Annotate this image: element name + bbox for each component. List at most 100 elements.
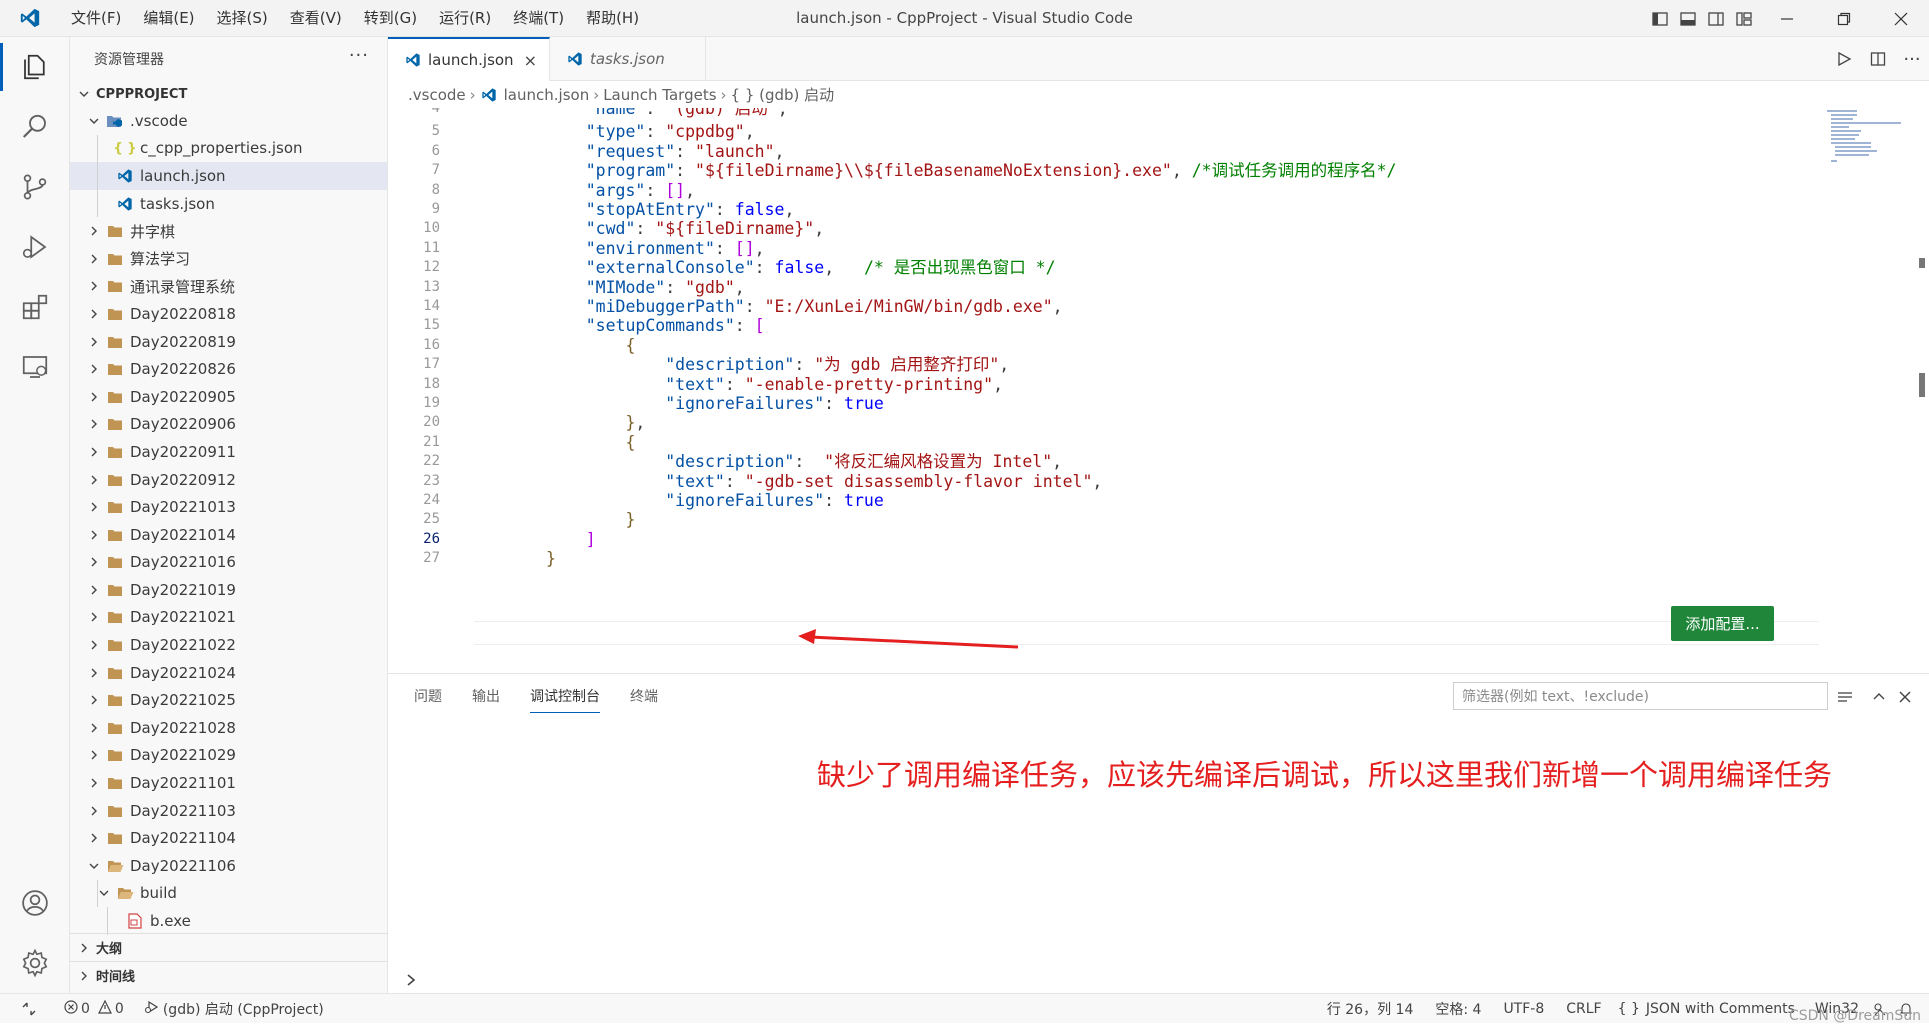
source-control-icon[interactable]	[0, 157, 69, 217]
tree-item[interactable]: 算法学习	[70, 245, 387, 273]
close-panel-icon[interactable]	[1894, 686, 1916, 708]
debug-status[interactable]: (gdb) 启动 (CppProject)	[144, 999, 324, 1019]
console-prompt-icon[interactable]	[404, 972, 418, 991]
code-line[interactable]: }	[546, 547, 556, 571]
tree-item[interactable]: Day20221029	[70, 742, 387, 770]
language-mode[interactable]: { } JSON with Comments	[1618, 1001, 1795, 1017]
tree-item[interactable]: build	[70, 879, 387, 908]
run-debug-icon[interactable]	[0, 217, 69, 277]
remote-explorer-icon[interactable]	[0, 337, 69, 397]
more-actions-icon[interactable]: ···	[349, 45, 369, 66]
annotation-text: 缺少了调用编译任务，应该先编译后调试，所以这里我们新增一个调用编译任务	[817, 758, 1833, 792]
toggle-panel-icon[interactable]	[1675, 0, 1701, 37]
tree-item[interactable]: Day20221106	[70, 852, 387, 880]
split-editor-icon[interactable]	[1861, 51, 1895, 67]
breadcrumb-file[interactable]: launch.json	[504, 86, 590, 104]
tree-item[interactable]: Day20220819	[70, 328, 387, 356]
tree-item[interactable]: 通讯录管理系统	[70, 273, 387, 301]
tree-item[interactable]: Day20221013	[70, 493, 387, 521]
tree-item[interactable]: b.exe	[70, 907, 387, 935]
toggle-sidebar-icon[interactable]	[1647, 0, 1673, 37]
tree-item[interactable]: Day20220906	[70, 411, 387, 439]
menu-view[interactable]: 查看(V)	[279, 0, 353, 37]
tree-item[interactable]: Day20220911	[70, 438, 387, 466]
tree-item[interactable]: tasks.json	[70, 189, 387, 218]
tree-item[interactable]: 井字棋	[70, 217, 387, 245]
timeline-section[interactable]: 时间线	[70, 961, 388, 989]
line-ending[interactable]: CRLF	[1566, 1001, 1601, 1017]
tree-item[interactable]: launch.json	[70, 162, 387, 190]
cursor-position[interactable]: 行 26，列 14	[1327, 999, 1414, 1019]
tree-item[interactable]: Day20221101	[70, 769, 387, 797]
code-editor[interactable]: 4 5 6 7 8 9 10 11 12 13 14 15 16 17 18 19 20 21 22 23 24 25 26…	[388, 108, 1929, 668]
breadcrumb-vscode[interactable]: .vscode	[408, 86, 466, 104]
tree-item[interactable]: Day20221025	[70, 686, 387, 714]
tree-item[interactable]: Day20220912	[70, 466, 387, 494]
tree-item[interactable]: Day20220905	[70, 383, 387, 411]
minimize-icon[interactable]	[1758, 0, 1815, 37]
explorer-icon[interactable]	[0, 37, 69, 97]
close-tab-icon[interactable]: ×	[524, 51, 537, 70]
chevron-right-icon	[86, 334, 102, 350]
menu-edit[interactable]: 编辑(E)	[132, 0, 205, 37]
tab-tasks-json[interactable]: tasks.json	[550, 37, 706, 81]
problems-status[interactable]: 0 0	[64, 999, 124, 1018]
more-actions-icon[interactable]: ···	[1895, 49, 1929, 70]
settings-gear-icon[interactable]	[0, 933, 70, 993]
menu-run[interactable]: 运行(R)	[428, 0, 502, 37]
tab-problems[interactable]: 问题	[414, 686, 442, 713]
tab-terminal[interactable]: 终端	[630, 686, 658, 713]
tree-item[interactable]: Day20221016	[70, 549, 387, 577]
clear-console-icon[interactable]	[1834, 686, 1856, 708]
tab-debug-console[interactable]: 调试控制台	[530, 686, 600, 713]
folder-icon	[106, 388, 124, 406]
tree-item[interactable]: Day20220818	[70, 300, 387, 328]
vscode-json-icon	[404, 51, 422, 69]
customize-layout-icon[interactable]	[1731, 0, 1757, 37]
chevron-down-icon	[86, 858, 102, 874]
tree-item[interactable]: { } c_cpp_properties.json	[70, 134, 387, 163]
toggle-secondary-sidebar-icon[interactable]	[1703, 0, 1729, 37]
add-configuration-button[interactable]: 添加配置...	[1671, 606, 1774, 641]
minimap[interactable]	[1797, 108, 1907, 168]
menu-file[interactable]: 文件(F)	[60, 0, 132, 37]
extensions-icon[interactable]	[0, 277, 69, 337]
tree-item[interactable]: Day20220826	[70, 355, 387, 383]
encoding[interactable]: UTF-8	[1503, 1001, 1544, 1017]
maximize-panel-icon[interactable]	[1868, 686, 1890, 708]
indent-guide	[97, 134, 98, 163]
restore-icon[interactable]	[1815, 0, 1872, 37]
tree-item[interactable]: Day20221024	[70, 659, 387, 687]
code-line[interactable]: "name": "(gdb) 启动",	[546, 108, 788, 121]
workspace-root[interactable]: CPPPROJECT	[70, 81, 387, 107]
run-icon[interactable]	[1827, 51, 1861, 67]
outline-section[interactable]: 大纲	[70, 933, 388, 961]
menu-selection[interactable]: 选择(S)	[206, 0, 279, 37]
tab-launch-json[interactable]: launch.json ×	[388, 37, 550, 81]
accounts-icon[interactable]	[0, 873, 70, 933]
tree-item[interactable]: Day20221028	[70, 714, 387, 742]
tree-item[interactable]: Day20221019	[70, 576, 387, 604]
search-icon[interactable]	[0, 97, 69, 157]
editor-scrollbar[interactable]	[1915, 108, 1929, 668]
tree-item[interactable]: Day20221021	[70, 604, 387, 632]
tree-item[interactable]: Day20221104	[70, 824, 387, 852]
tree-item[interactable]: .vscode	[70, 107, 387, 135]
editor-tabs: launch.json × tasks.json ···	[388, 37, 1929, 81]
explorer-header: 资源管理器 ···	[70, 37, 387, 81]
remote-icon[interactable]	[22, 1002, 36, 1016]
close-window-icon[interactable]	[1872, 0, 1929, 37]
tab-output[interactable]: 输出	[472, 686, 500, 713]
tree-item[interactable]: Day20221103	[70, 797, 387, 825]
indentation[interactable]: 空格: 4	[1435, 999, 1481, 1019]
filter-input[interactable]: 筛选器(例如 text、!exclude)	[1453, 682, 1828, 710]
breadcrumb-launch-targets[interactable]: Launch Targets	[603, 86, 716, 104]
tree-item[interactable]: Day20221022	[70, 631, 387, 659]
menu-terminal[interactable]: 终端(T)	[502, 0, 575, 37]
menu-help[interactable]: 帮助(H)	[575, 0, 650, 37]
tree-item[interactable]: Day20221014	[70, 521, 387, 549]
menu-go[interactable]: 转到(G)	[353, 0, 428, 37]
breadcrumb-config[interactable]: { } (gdb) 启动	[731, 84, 835, 105]
warning-count: 0	[114, 1000, 124, 1017]
line-number: 10	[423, 220, 440, 237]
